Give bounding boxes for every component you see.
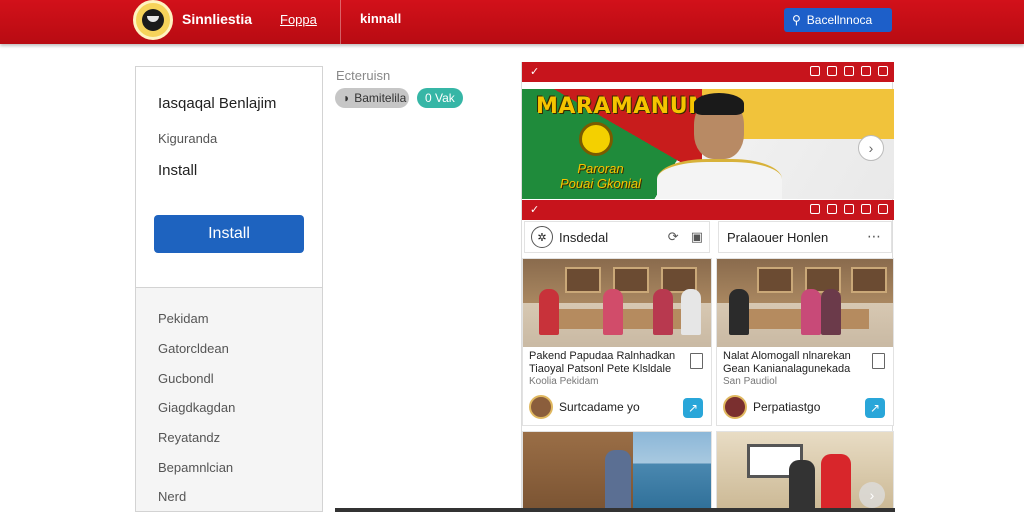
install-card-subtitle: Kiguranda [158, 131, 218, 146]
column-actions: ⟳ ▣ [668, 229, 703, 245]
hero-banner[interactable]: MARAMANUMAI Paroran Pouai Gkonial › [522, 89, 894, 199]
card-image [523, 259, 711, 347]
sidebar-menu: Pekidam Gatorcldean Gucbondl Giagdkagdan… [135, 288, 323, 512]
settings-icon [844, 204, 854, 214]
battery-icon [878, 66, 888, 76]
avatar [529, 395, 553, 419]
wifi-icon [810, 66, 820, 76]
banner-subtitle-line: Pouai Gkonial [560, 176, 641, 191]
tag-chip[interactable]: ◗ Bamitelila [335, 88, 409, 108]
column-header[interactable]: Pralaouer Honlen ⋯ [718, 221, 892, 253]
battery-icon [878, 204, 888, 214]
calendar-icon[interactable]: ▣ [691, 229, 703, 245]
card-title[interactable]: Pakend Papudaa Ralnhadkan Tiaoyal Patson… [529, 350, 679, 376]
sidebar-item[interactable]: Gucbondl [158, 371, 214, 386]
tag-chip[interactable]: 0 Vak [417, 88, 463, 108]
sidebar-item[interactable]: Bepamnlcian [158, 460, 233, 475]
install-button[interactable]: Install [154, 215, 304, 253]
section-heading: Ecteruisn [336, 68, 391, 83]
more-icon[interactable]: ⋯ [867, 228, 881, 245]
pin-icon: ⚲ [792, 13, 801, 27]
install-card: Iasqaqal Benlajim Kiguranda Install Inst… [135, 66, 323, 288]
chevron-right-icon[interactable]: › [858, 135, 884, 161]
header-divider [340, 0, 341, 44]
column-header[interactable]: ✲ Insdedal ⟳ ▣ [524, 221, 710, 253]
panel-status-bar: ✓ [522, 62, 894, 82]
nav-title[interactable]: kinnall [360, 11, 401, 26]
install-card-title: Iasqaqal Benlajim [158, 95, 277, 112]
tag-label: 0 Vak [425, 91, 455, 105]
brand-logo[interactable] [133, 0, 173, 40]
nav-link[interactable]: Foppa [280, 12, 317, 27]
signal-icon [827, 204, 837, 214]
emblem-icon [579, 122, 613, 156]
card-author[interactable]: Surtcadame yo [529, 395, 640, 419]
bookmark-icon[interactable] [690, 353, 703, 369]
sidebar-item[interactable]: Giagdkagdan [158, 400, 235, 415]
news-card[interactable]: Pakend Papudaa Ralnhadkan Tiaoyal Patson… [522, 258, 712, 426]
notification-icon [861, 66, 871, 76]
sidebar-item[interactable]: Gatorcldean [158, 341, 229, 356]
column-title: Pralaouer Honlen [727, 229, 829, 245]
header-action-button[interactable]: ⚲ Bacellnnoca [784, 8, 892, 32]
chevron-down-icon[interactable]: ✓ [530, 203, 539, 216]
card-meta: Koolia Pekidam [529, 376, 599, 387]
banner-subtitle-line: Paroran [577, 161, 624, 176]
card-title[interactable]: Nalat Alomogall nlnarekan Gean Kanianala… [723, 350, 873, 376]
signal-icon [827, 66, 837, 76]
status-icons [810, 204, 888, 214]
brand-name[interactable]: Sinnliestia [182, 11, 252, 27]
card-image [717, 259, 893, 347]
card-meta: San Paudiol [723, 376, 777, 387]
sidebar-item[interactable]: Reyatandz [158, 430, 220, 445]
refresh-icon[interactable]: ⟳ [668, 229, 679, 245]
chat-icon: ◗ [343, 91, 351, 105]
chevron-right-icon[interactable]: › [859, 482, 885, 508]
bookmark-icon[interactable] [872, 353, 885, 369]
news-card-image[interactable] [522, 431, 712, 512]
banner-subtitle: Paroran Pouai Gkonial [560, 161, 641, 191]
top-bar: Sinnliestia Foppa kinnall ⚲ Bacellnnoca [0, 0, 1024, 44]
sidebar-item[interactable]: Pekidam [158, 311, 209, 326]
person-hair [694, 93, 744, 115]
share-icon[interactable]: ↗ [865, 398, 885, 418]
card-author[interactable]: Perpatiastgo [723, 395, 820, 419]
person-figure [657, 159, 782, 199]
author-name: Perpatiastgo [753, 400, 821, 414]
notification-icon [861, 204, 871, 214]
settings-icon [844, 66, 854, 76]
panel-status-bar-2: ✓ [522, 200, 894, 220]
sidebar-item[interactable]: Nerd [158, 489, 186, 504]
feed-panel: ✓ MARAMANUMAI Paroran Pouai Gkonial › ✓ [521, 62, 894, 512]
author-name: Surtcadame yo [559, 400, 640, 414]
tag-label: Bamitelila [354, 91, 407, 105]
wifi-icon [810, 204, 820, 214]
chevron-down-icon[interactable]: ✓ [530, 65, 539, 78]
column-title: Insdedal [559, 229, 609, 245]
avatar [723, 395, 747, 419]
news-card[interactable]: Nalat Alomogall nlnarekan Gean Kanianala… [716, 258, 894, 426]
share-icon[interactable]: ↗ [683, 398, 703, 418]
install-label: Install [158, 162, 198, 179]
status-icons [810, 66, 888, 76]
horizontal-scrollbar[interactable] [335, 508, 895, 512]
header-action-label: Bacellnnoca [806, 13, 873, 27]
fan-icon: ✲ [531, 226, 553, 248]
